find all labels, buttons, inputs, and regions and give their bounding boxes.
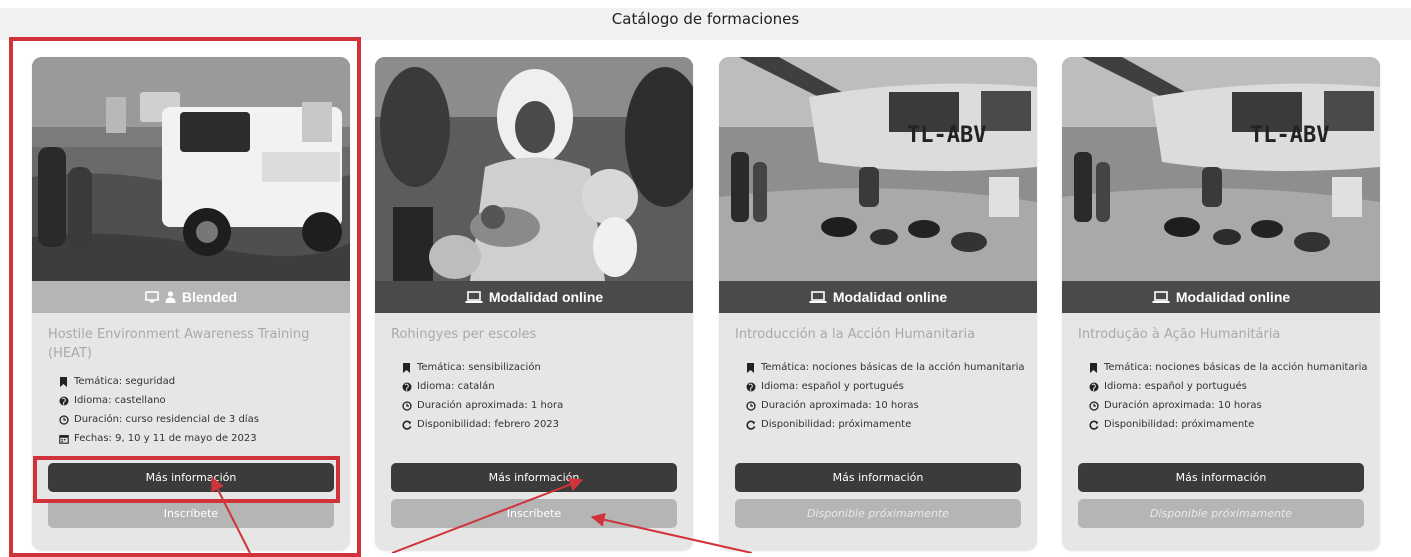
course-detail-availability: Disponibilidad: próximamente — [1088, 418, 1368, 432]
course-mode-banner: Modalidad online — [1062, 281, 1380, 313]
course-detail-duration: Duración aproximada: 1 hora — [401, 399, 681, 413]
course-detail-language: Idioma: español y portugués — [1088, 380, 1368, 394]
course-details-list: Temática: nociones básicas de la acción … — [745, 361, 1025, 437]
globe-icon — [401, 381, 412, 392]
laptop-icon — [809, 290, 827, 304]
more-info-button[interactable]: Más información — [391, 463, 677, 492]
course-detail-language: Idioma: catalán — [401, 380, 681, 394]
refresh-icon — [1088, 419, 1099, 430]
refresh-icon — [745, 419, 756, 430]
bookmark-icon — [1088, 362, 1099, 373]
page-title: Catálogo de formaciones — [0, 0, 1411, 40]
course-mode-banner: Modalidad online — [719, 281, 1037, 313]
course-card: Modalidad online Rohingyes per escoles T… — [375, 57, 693, 550]
course-title: Introdução à Ação Humanitária — [1078, 327, 1281, 342]
course-detail-topic: Temática: nociones básicas de la acción … — [745, 361, 1025, 375]
more-info-button[interactable]: Más información — [735, 463, 1021, 492]
course-detail-duration: Duración aproximada: 10 horas — [1088, 399, 1368, 413]
course-details-list: Temática: sensibilización Idioma: catalá… — [401, 361, 681, 437]
course-detail-topic: Temática: sensibilización — [401, 361, 681, 375]
clock-icon — [745, 400, 756, 411]
course-photo-airplane: TL-ABV — [1062, 57, 1380, 281]
highlight-box-more-info — [33, 456, 340, 503]
course-card: TL-ABV Modalidad online Introdução à Açã… — [1062, 57, 1380, 550]
course-detail-topic: Temática: nociones básicas de la acción … — [1088, 361, 1368, 375]
course-detail-availability: Disponibilidad: febrero 2023 — [401, 418, 681, 432]
course-detail-language: Idioma: español y portugués — [745, 380, 1025, 394]
more-info-button[interactable]: Más información — [1078, 463, 1364, 492]
clock-icon — [1088, 400, 1099, 411]
course-title: Rohingyes per escoles — [391, 327, 537, 342]
clock-icon — [401, 400, 412, 411]
course-mode-banner: Modalidad online — [375, 281, 693, 313]
course-photo-airplane: TL-ABV — [719, 57, 1037, 281]
globe-icon — [1088, 381, 1099, 392]
course-mode-label: Modalidad online — [832, 289, 948, 305]
course-mode-label: Modalidad online — [488, 289, 604, 305]
refresh-icon — [401, 419, 412, 430]
course-mode-label: Modalidad online — [1175, 289, 1291, 305]
course-detail-duration: Duración aproximada: 10 horas — [745, 399, 1025, 413]
course-detail-availability: Disponibilidad: próximamente — [745, 418, 1025, 432]
plane-registration-text: TL-ABV — [1250, 123, 1329, 148]
coming-soon-button: Disponible próximamente — [1078, 499, 1364, 528]
course-details-list: Temática: nociones básicas de la acción … — [1088, 361, 1368, 437]
bookmark-icon — [401, 362, 412, 373]
course-photo-refugees — [375, 57, 693, 281]
enroll-button[interactable]: Inscríbete — [391, 499, 677, 528]
coming-soon-button: Disponible próximamente — [735, 499, 1021, 528]
bookmark-icon — [745, 362, 756, 373]
laptop-icon — [1152, 290, 1170, 304]
plane-registration-text: TL-ABV — [907, 123, 986, 148]
course-title: Introducción a la Acción Humanitaria — [735, 327, 976, 342]
globe-icon — [745, 381, 756, 392]
laptop-icon — [465, 290, 483, 304]
course-card: TL-ABV Modalidad online Introducción a l… — [719, 57, 1037, 550]
